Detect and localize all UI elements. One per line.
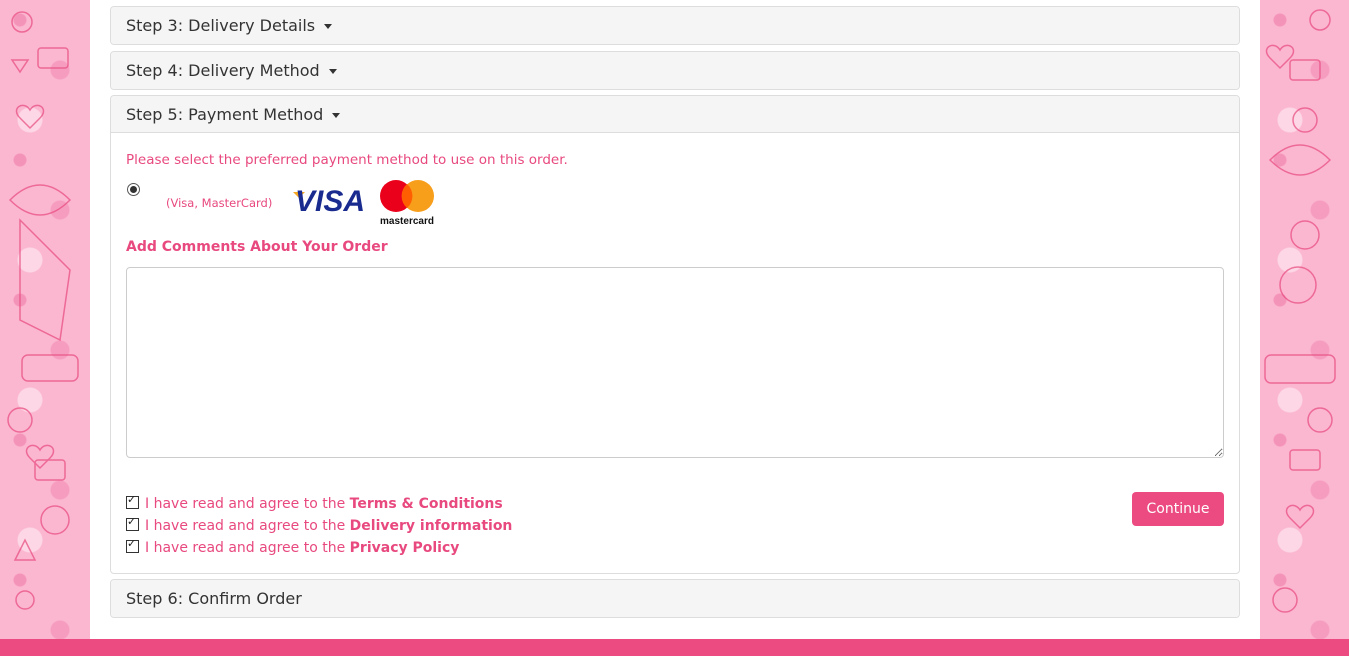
checkbox-checked-icon[interactable] bbox=[126, 493, 139, 509]
caret-down-icon bbox=[328, 69, 337, 74]
step5-title[interactable]: Step 5: Payment Method bbox=[126, 105, 323, 124]
agree-terms-row: I have read and agree to the Terms & Con… bbox=[126, 493, 503, 512]
agree-terms-prefix: I have read and agree to the bbox=[145, 496, 350, 512]
step4-panel: Step 4: Delivery Method bbox=[110, 51, 1240, 90]
payment-option-label: (Visa, MasterCard) bbox=[166, 196, 273, 210]
agree-delivery-prefix: I have read and agree to the bbox=[145, 518, 350, 534]
step4-title[interactable]: Step 4: Delivery Method bbox=[126, 61, 320, 80]
step3-heading[interactable]: Step 3: Delivery Details bbox=[111, 7, 1239, 44]
step6-panel: Step 6: Confirm Order bbox=[110, 579, 1240, 618]
checkout-content: Step 3: Delivery Details Step 4: Deliver… bbox=[90, 0, 1260, 639]
step6-heading[interactable]: Step 6: Confirm Order bbox=[111, 580, 1239, 617]
step3-panel: Step 3: Delivery Details bbox=[110, 6, 1240, 45]
terms-link[interactable]: Terms & Conditions bbox=[350, 496, 503, 512]
step5-panel: Step 5: Payment Method Please select the… bbox=[110, 95, 1240, 574]
step4-heading[interactable]: Step 4: Delivery Method bbox=[111, 52, 1239, 89]
checkbox-checked-icon[interactable] bbox=[126, 537, 139, 553]
mastercard-logo-text: mastercard bbox=[380, 216, 434, 227]
mastercard-logo-icon: mastercard bbox=[380, 180, 434, 227]
step5-heading[interactable]: Step 5: Payment Method bbox=[111, 96, 1239, 133]
agree-privacy-row: I have read and agree to the Privacy Pol… bbox=[126, 537, 460, 556]
decorative-side-pattern-right bbox=[1260, 0, 1349, 639]
agree-delivery-row: I have read and agree to the Delivery in… bbox=[126, 515, 513, 534]
privacy-policy-link[interactable]: Privacy Policy bbox=[350, 540, 460, 556]
caret-down-icon bbox=[324, 24, 333, 29]
delivery-info-link[interactable]: Delivery information bbox=[350, 518, 513, 534]
caret-down-icon bbox=[332, 113, 341, 118]
step3-title[interactable]: Step 3: Delivery Details bbox=[126, 16, 315, 35]
comments-textarea[interactable] bbox=[126, 267, 1224, 458]
radio-selected-icon[interactable] bbox=[127, 183, 140, 196]
checkbox-checked-icon[interactable] bbox=[126, 515, 139, 531]
footer-bar bbox=[0, 639, 1349, 656]
visa-logo-text: VISA bbox=[295, 185, 365, 216]
payment-intro-text: Please select the preferred payment meth… bbox=[126, 152, 568, 168]
comments-title: Add Comments About Your Order bbox=[126, 239, 388, 255]
decorative-side-pattern-left bbox=[0, 0, 90, 639]
continue-button[interactable]: Continue bbox=[1132, 492, 1224, 526]
step6-title[interactable]: Step 6: Confirm Order bbox=[126, 589, 302, 608]
agree-privacy-prefix: I have read and agree to the bbox=[145, 540, 350, 556]
visa-logo-icon: VISA bbox=[293, 185, 365, 216]
